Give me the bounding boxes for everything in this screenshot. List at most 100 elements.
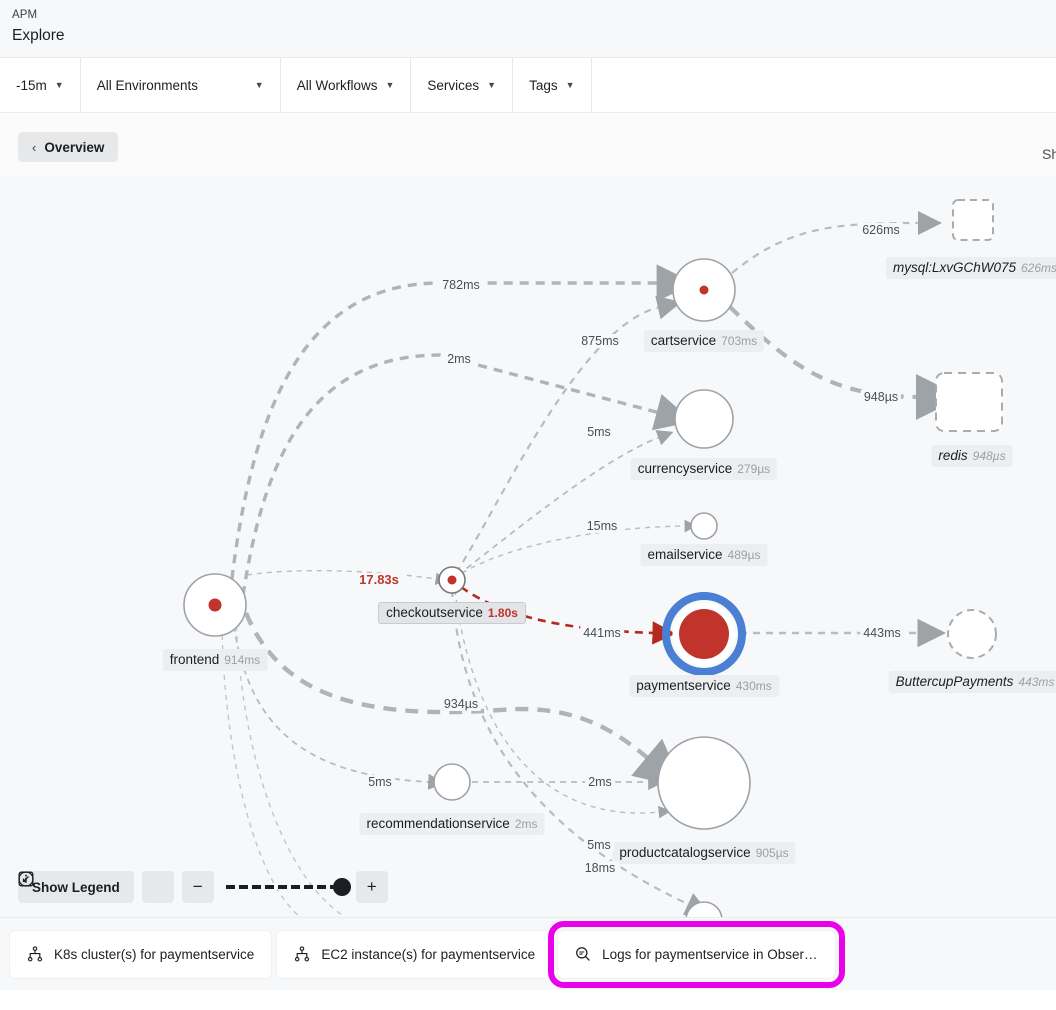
edge-label-frontend-currencyservice: 2ms bbox=[444, 352, 474, 366]
node-label-emailservice[interactable]: emailservice 489µs bbox=[640, 544, 768, 566]
node-label-redis-name: redis bbox=[938, 448, 968, 463]
node-label-frontend[interactable]: frontend 914ms bbox=[162, 649, 268, 671]
node-label-redis[interactable]: redis 948µs bbox=[931, 445, 1013, 467]
action-k8s-clusters[interactable]: K8s cluster(s) for paymentservice bbox=[10, 930, 272, 978]
edge-frontend-currencyservice bbox=[241, 353, 693, 596]
node-label-emailservice-duration: 489µs bbox=[727, 548, 761, 562]
chevron-down-icon: ▼ bbox=[487, 79, 497, 90]
action-k8s-clusters-label: K8s cluster(s) for paymentservice bbox=[54, 946, 255, 962]
filter-tags-label: Tags bbox=[529, 77, 558, 93]
show-legend-button[interactable]: Show Legend bbox=[18, 871, 134, 903]
filter-environments[interactable]: All Environments ▼ bbox=[80, 58, 281, 112]
zoom-slider-track[interactable] bbox=[225, 878, 351, 896]
node-productcatalogservice[interactable] bbox=[657, 736, 751, 830]
node-label-productcatalogservice-name: productcatalogservice bbox=[619, 845, 751, 860]
hierarchy-icon bbox=[27, 946, 43, 962]
action-logs-in-observability[interactable]: Logs for paymentservice in Obser… bbox=[548, 920, 845, 988]
product-name: APM bbox=[12, 9, 38, 21]
node-recommendationservice[interactable] bbox=[433, 763, 471, 801]
edge-label-checkoutservice-cartservice: 875ms bbox=[578, 334, 622, 348]
node-label-paymentservice-duration: 430ms bbox=[735, 679, 772, 693]
node-label-checkoutservice-duration: 1.80s bbox=[487, 606, 518, 620]
edge-label-cartservice-mysql: 626ms bbox=[859, 223, 903, 237]
fit-to-screen-button[interactable] bbox=[18, 871, 174, 903]
edge-label-checkoutservice-emailservice: 15ms bbox=[583, 519, 621, 533]
node-label-redis-duration: 948µs bbox=[972, 449, 1006, 463]
chevron-left-icon: ‹ bbox=[32, 139, 37, 155]
service-map-canvas[interactable]: frontend 914ms checkoutservice 1.80s carts… bbox=[0, 175, 1056, 917]
edge-checkoutservice-cartservice bbox=[455, 295, 682, 574]
node-label-frontend-duration: 914ms bbox=[224, 653, 261, 667]
node-cartservice-error-dot bbox=[699, 285, 709, 295]
edge-label-paymentservice-buttercuppayments: 443ms bbox=[860, 626, 904, 640]
node-label-checkoutservice-name: checkoutservice bbox=[386, 605, 483, 620]
page-header: APM Explore bbox=[0, 0, 1056, 58]
zoom-slider[interactable] bbox=[222, 878, 351, 896]
node-label-buttercuppayments-name: ButtercupPayments bbox=[895, 674, 1014, 689]
edge-label-checkoutservice-productcatalogservice: 5ms bbox=[584, 838, 614, 852]
chevron-down-icon: ▼ bbox=[54, 79, 64, 90]
node-label-cartservice[interactable]: cartservice 703ms bbox=[643, 330, 765, 352]
edge-label-frontend-recommendationservice: 5ms bbox=[365, 775, 395, 789]
node-paymentservice[interactable] bbox=[679, 609, 729, 659]
node-emailservice[interactable] bbox=[690, 512, 718, 540]
page-bottom-strip bbox=[0, 990, 1056, 1010]
zoom-out-button[interactable]: − bbox=[181, 871, 214, 903]
filter-services-label: Services bbox=[427, 77, 480, 93]
filter-bar-empty-space bbox=[591, 58, 1056, 112]
node-label-cartservice-name: cartservice bbox=[650, 333, 717, 348]
overview-toolbar: ‹ Overview Sh bbox=[0, 113, 1056, 175]
node-label-currencyservice-name: currencyservice bbox=[637, 461, 733, 476]
node-frontend-error-dot bbox=[208, 598, 222, 612]
chevron-down-icon: ▼ bbox=[565, 79, 575, 90]
filter-tags[interactable]: Tags ▼ bbox=[513, 58, 592, 112]
share-button-clipped[interactable]: Sh bbox=[1042, 146, 1056, 162]
filter-time-range-label: -15m bbox=[16, 77, 47, 93]
back-to-overview-label: Overview bbox=[44, 139, 105, 155]
edge-frontend-cartservice bbox=[228, 264, 694, 596]
action-ec2-instances[interactable]: EC2 instance(s) for paymentservice bbox=[277, 930, 553, 978]
node-label-emailservice-name: emailservice bbox=[647, 547, 723, 562]
node-label-buttercuppayments[interactable]: ButtercupPayments 443ms bbox=[888, 671, 1056, 693]
node-label-paymentservice-name: paymentservice bbox=[636, 678, 731, 693]
back-to-overview-button[interactable]: ‹ Overview bbox=[18, 132, 119, 162]
node-label-currencyservice[interactable]: currencyservice 279µs bbox=[630, 458, 778, 480]
node-label-frontend-name: frontend bbox=[169, 652, 220, 667]
node-label-recommendationservice-duration: 2ms bbox=[514, 817, 538, 831]
node-label-recommendationservice[interactable]: recommendationservice 2ms bbox=[359, 813, 545, 835]
action-ec2-instances-label: EC2 instance(s) for paymentservice bbox=[321, 946, 536, 962]
node-label-productcatalogservice-duration: 905µs bbox=[755, 846, 789, 860]
filter-time-range[interactable]: -15m ▼ bbox=[0, 58, 81, 112]
node-shippingservice-clipped[interactable] bbox=[685, 901, 723, 917]
action-logs-in-observability-label: Logs for paymentservice in Obser… bbox=[602, 946, 818, 962]
node-label-buttercuppayments-duration: 443ms bbox=[1018, 675, 1055, 689]
edge-label-frontend-productcatalogservice: 934µs bbox=[440, 697, 482, 711]
zoom-in-button[interactable]: + bbox=[355, 871, 388, 903]
edge-checkoutservice-currencyservice bbox=[457, 430, 674, 576]
edge-label-frontend-cartservice: 782ms bbox=[439, 278, 483, 292]
edge-label-cartservice-redis: 948µs bbox=[860, 390, 902, 404]
node-redis[interactable] bbox=[935, 372, 1003, 432]
edge-frontend-checkoutservice bbox=[246, 569, 449, 586]
node-label-paymentservice[interactable]: paymentservice 430ms bbox=[629, 675, 779, 697]
node-label-productcatalogservice[interactable]: productcatalogservice 905µs bbox=[612, 842, 796, 864]
node-currencyservice[interactable] bbox=[674, 389, 734, 449]
filter-environments-label: All Environments bbox=[96, 77, 198, 93]
node-label-mysql[interactable]: mysql:LxvGChW075 626ms bbox=[885, 257, 1056, 279]
filter-services[interactable]: Services ▼ bbox=[411, 58, 514, 112]
filter-workflows[interactable]: All Workflows ▼ bbox=[280, 58, 412, 112]
zoom-slider-thumb[interactable] bbox=[332, 878, 351, 896]
fit-to-screen-icon bbox=[18, 871, 34, 887]
edge-label-recommendationservice-productcatalogservice: 2ms bbox=[585, 775, 615, 789]
context-action-bar: K8s cluster(s) for paymentservice EC2 in… bbox=[0, 917, 1056, 990]
node-mysql[interactable] bbox=[952, 199, 994, 241]
page-title: Explore bbox=[12, 27, 65, 44]
graph-controls: Show Legend − + bbox=[18, 871, 388, 903]
filter-workflows-label: All Workflows bbox=[296, 77, 378, 93]
chevron-down-icon: ▼ bbox=[254, 79, 264, 90]
hierarchy-icon bbox=[295, 946, 310, 962]
node-label-checkoutservice[interactable]: checkoutservice 1.80s bbox=[378, 602, 526, 624]
node-buttercuppayments[interactable] bbox=[947, 609, 997, 659]
service-map-svg bbox=[183, 199, 1003, 917]
chevron-down-icon: ▼ bbox=[385, 79, 395, 90]
